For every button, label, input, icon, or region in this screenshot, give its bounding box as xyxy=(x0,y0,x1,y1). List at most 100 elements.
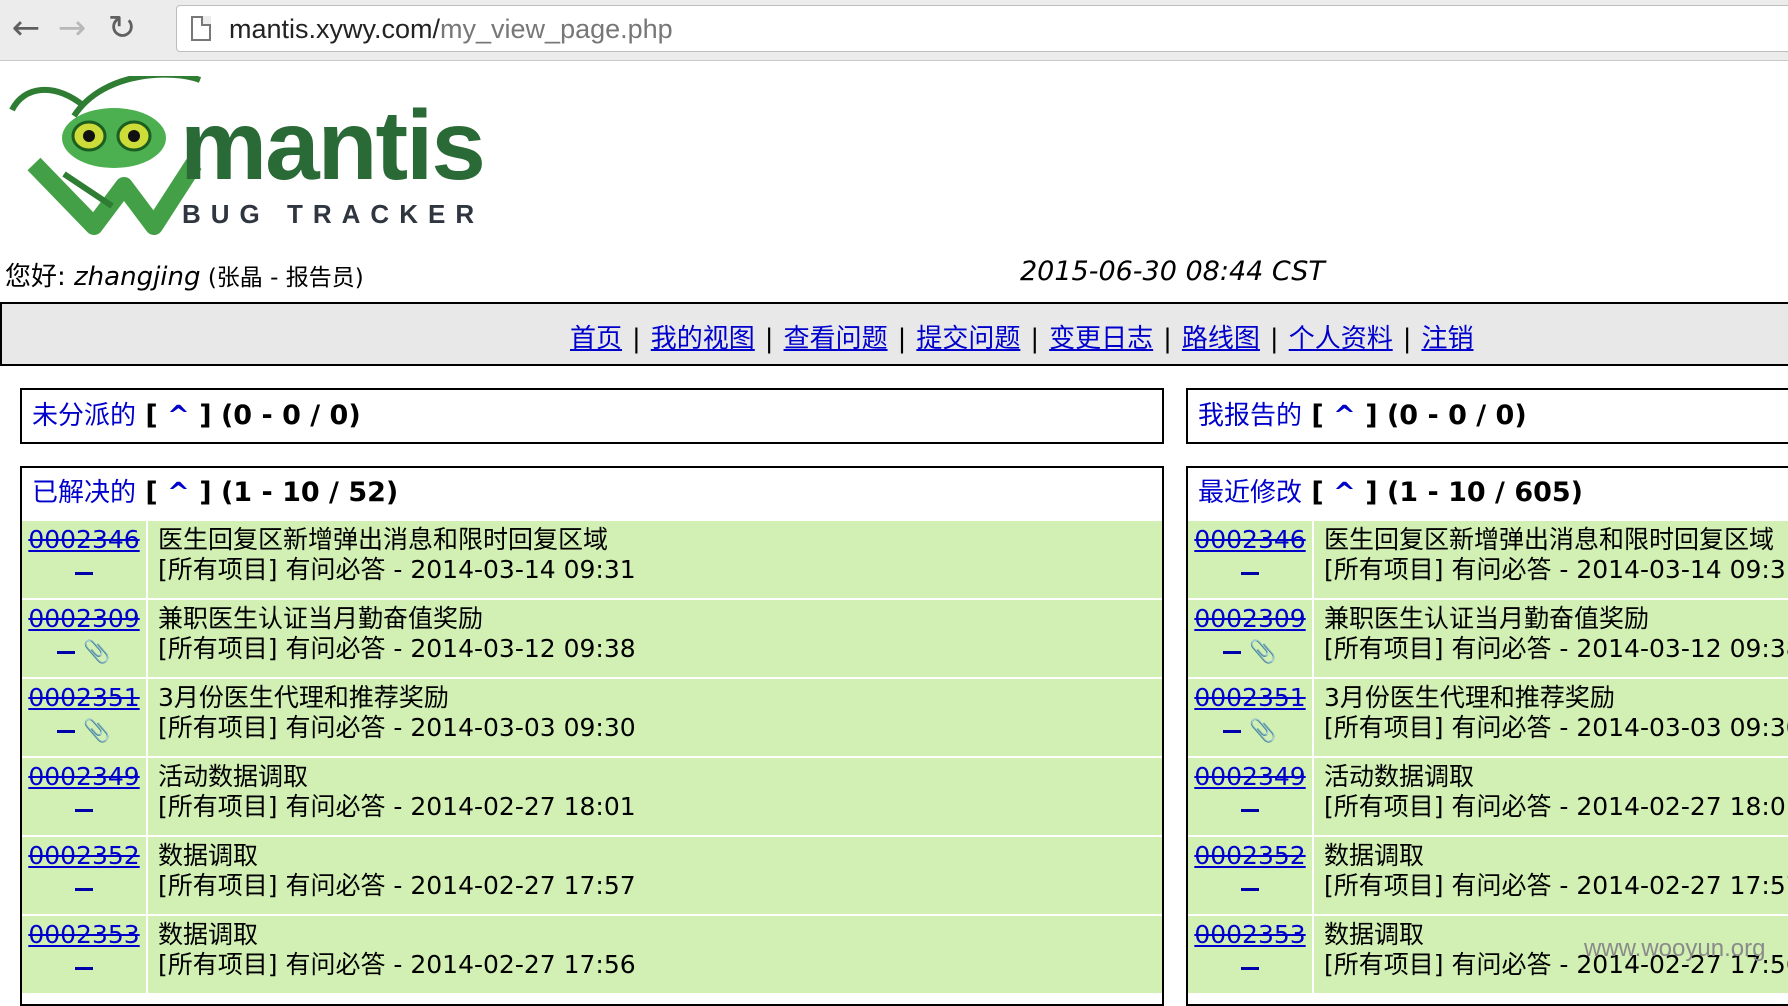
bracket: [ xyxy=(1311,477,1324,508)
priority-icon xyxy=(75,967,93,970)
address-bar[interactable]: mantis.xywy.com/my_view_page.php xyxy=(176,5,1788,52)
bug-status-icons: 📎 xyxy=(22,639,146,665)
menu-logout[interactable]: 注销 xyxy=(1421,324,1473,354)
bug-description: 医生回复区新增弹出消息和限时回复区域 [所有项目] 有问必答 - 2014-03-… xyxy=(1314,521,1788,598)
url-host: mantis.xywy.com/ xyxy=(229,14,441,44)
bug-description: 活动数据调取 [所有项目] 有问必答 - 2014-02-27 18:01 xyxy=(1314,758,1788,835)
url-text[interactable]: mantis.xywy.com/my_view_page.php xyxy=(229,14,673,45)
bug-description: 数据调取 [所有项目] 有问必答 - 2014-02-27 17:57 xyxy=(1314,837,1788,914)
menu-view-issues[interactable]: 查看问题 xyxy=(784,324,888,354)
bug-id-link[interactable]: 0002351 xyxy=(28,683,139,712)
bug-id-link[interactable]: 0002309 xyxy=(1194,604,1305,633)
bug-id-link[interactable]: 0002352 xyxy=(28,841,139,870)
bug-row: 0002309 📎 兼职医生认证当月勤奋值奖励 [所有项目] 有问必答 - 2014-… xyxy=(1188,598,1788,677)
panel-unassigned: 未分派的 [ ^ ] (0 - 0 / 0) xyxy=(20,388,1164,444)
bug-status-icons: 📎 xyxy=(1188,639,1312,665)
back-icon[interactable]: ← xyxy=(6,8,46,48)
attachment-icon[interactable]: 📎 xyxy=(1249,719,1276,744)
panel-title-unassigned[interactable]: 未分派的 xyxy=(32,401,136,431)
panel-reported-by-me: 我报告的 [ ^ ] (0 - 0 / 0) xyxy=(1186,388,1788,444)
priority-icon xyxy=(1241,888,1259,891)
menu-home[interactable]: 首页 xyxy=(570,324,622,354)
bug-row: 0002346 医生回复区新增弹出消息和限时回复区域 [所有项目] 有问必答 - 2… xyxy=(1188,519,1788,598)
bug-id-link[interactable]: 0002353 xyxy=(1194,920,1305,949)
bug-id-cell: 0002352 xyxy=(1188,837,1314,914)
bracket: [ xyxy=(145,400,158,431)
bug-status-icons xyxy=(1188,876,1312,902)
bug-status-icons xyxy=(22,876,146,902)
bug-summary: 3月份医生代理和推荐奖励 xyxy=(158,683,449,712)
bug-description: 数据调取 [所有项目] 有问必答 - 2014-02-27 17:57 xyxy=(148,837,646,914)
watermark: www.wooyun.org xyxy=(1584,935,1766,962)
bug-id-link[interactable]: 0002346 xyxy=(28,525,139,554)
panel-recently-modified: 最近修改 [ ^ ] (1 - 10 / 605) 0002346 医生回复区新增… xyxy=(1186,466,1788,1006)
attachment-icon[interactable]: 📎 xyxy=(1249,640,1276,665)
page-icon xyxy=(191,16,211,41)
menu-separator: | xyxy=(1402,324,1412,354)
bug-row: 0002351 📎 3月份医生代理和推荐奖励 [所有项目] 有问必答 - 2014-0… xyxy=(22,677,1162,756)
main-menu: 首页 | 我的视图 | 查看问题 | 提交问题 | 变更日志 | 路线图 | 个人资料 | 注销 xyxy=(0,302,1788,366)
bracket: ] xyxy=(199,477,212,508)
user-role: (张晶 - 报告员) xyxy=(200,265,364,291)
bug-summary: 兼职医生认证当月勤奋值奖励 xyxy=(158,604,484,633)
menu-my-view[interactable]: 我的视图 xyxy=(651,324,755,354)
bug-id-link[interactable]: 0002349 xyxy=(28,762,139,791)
menu-separator: | xyxy=(632,324,641,354)
panel-title-recent[interactable]: 最近修改 xyxy=(1198,478,1302,508)
reload-icon[interactable]: ↻ xyxy=(102,8,142,48)
bug-id-cell: 0002346 xyxy=(22,521,148,598)
bracket: [ xyxy=(1311,400,1324,431)
bug-description: 数据调取 [所有项目] 有问必答 - 2014-02-27 17:56 xyxy=(148,916,646,993)
bug-id-link[interactable]: 0002309 xyxy=(28,604,139,633)
attachment-icon[interactable]: 📎 xyxy=(83,640,110,665)
bug-id-link[interactable]: 0002351 xyxy=(1194,683,1305,712)
bracket: ] xyxy=(1365,400,1378,431)
bug-id-link[interactable]: 0002353 xyxy=(28,920,139,949)
bug-id-link[interactable]: 0002352 xyxy=(1194,841,1305,870)
panel-title-reported[interactable]: 我报告的 xyxy=(1198,401,1302,431)
bug-status-icons xyxy=(22,797,146,823)
bug-id-cell: 0002353 xyxy=(22,916,148,993)
bug-description: 兼职医生认证当月勤奋值奖励 [所有项目] 有问必答 - 2014-03-12 09… xyxy=(148,600,646,677)
bug-row: 0002352 数据调取 [所有项目] 有问必答 - 2014-02-27 17:5… xyxy=(22,835,1162,914)
bug-id-cell: 0002351 📎 xyxy=(1188,679,1314,756)
user-greeting: 您好: zhangjing (张晶 - 报告员) xyxy=(5,256,364,293)
menu-my-account[interactable]: 个人资料 xyxy=(1289,324,1393,354)
priority-icon xyxy=(75,572,93,575)
forward-icon[interactable]: → xyxy=(52,8,92,48)
bracket: ] xyxy=(199,400,212,431)
menu-changelog[interactable]: 变更日志 xyxy=(1049,324,1153,354)
bug-summary: 数据调取 xyxy=(1324,841,1425,870)
bug-id-link[interactable]: 0002346 xyxy=(1194,525,1305,554)
panel-title-resolved[interactable]: 已解决的 xyxy=(32,478,136,508)
priority-icon xyxy=(1223,730,1242,733)
collapse-caret-icon[interactable]: ^ xyxy=(1333,400,1356,431)
collapse-caret-icon[interactable]: ^ xyxy=(167,477,190,508)
bug-summary: 活动数据调取 xyxy=(1324,762,1475,791)
menu-report-issue[interactable]: 提交问题 xyxy=(916,324,1020,354)
bug-summary: 活动数据调取 xyxy=(158,762,309,791)
bug-id-cell: 0002351 📎 xyxy=(22,679,148,756)
bug-id-link[interactable]: 0002349 xyxy=(1194,762,1305,791)
bug-summary: 数据调取 xyxy=(158,841,259,870)
attachment-icon[interactable]: 📎 xyxy=(83,719,110,744)
bug-description: 3月份医生代理和推荐奖励 [所有项目] 有问必答 - 2014-03-03 09:… xyxy=(1314,679,1788,756)
bracket: ] xyxy=(1365,477,1378,508)
collapse-caret-icon[interactable]: ^ xyxy=(167,400,190,431)
bug-description: 3月份医生代理和推荐奖励 [所有项目] 有问必答 - 2014-03-03 09:… xyxy=(148,679,646,756)
bug-row: 0002309 📎 兼职医生认证当月勤奋值奖励 [所有项目] 有问必答 - 2014-… xyxy=(22,598,1162,677)
panel-count: (0 - 0 / 0) xyxy=(220,400,361,431)
bug-id-cell: 0002346 xyxy=(1188,521,1314,598)
bug-row: 0002353 数据调取 [所有项目] 有问必答 - 2014-02-27 17:5… xyxy=(22,914,1162,993)
priority-icon xyxy=(57,651,76,654)
bug-status-icons xyxy=(1188,955,1312,981)
collapse-caret-icon[interactable]: ^ xyxy=(1333,477,1356,508)
bug-meta: [所有项目] 有问必答 - 2014-03-03 09:30 xyxy=(158,713,636,742)
priority-icon xyxy=(75,888,93,891)
menu-roadmap[interactable]: 路线图 xyxy=(1182,324,1260,354)
panel-count: (0 - 0 / 0) xyxy=(1386,400,1527,431)
menu-separator: | xyxy=(764,324,774,354)
bug-id-cell: 0002353 xyxy=(1188,916,1314,993)
panel-resolved: 已解决的 [ ^ ] (1 - 10 / 52) 0002346 医生回复区新增弹… xyxy=(20,466,1164,1006)
bug-summary: 医生回复区新增弹出消息和限时回复区域 xyxy=(1324,525,1775,554)
